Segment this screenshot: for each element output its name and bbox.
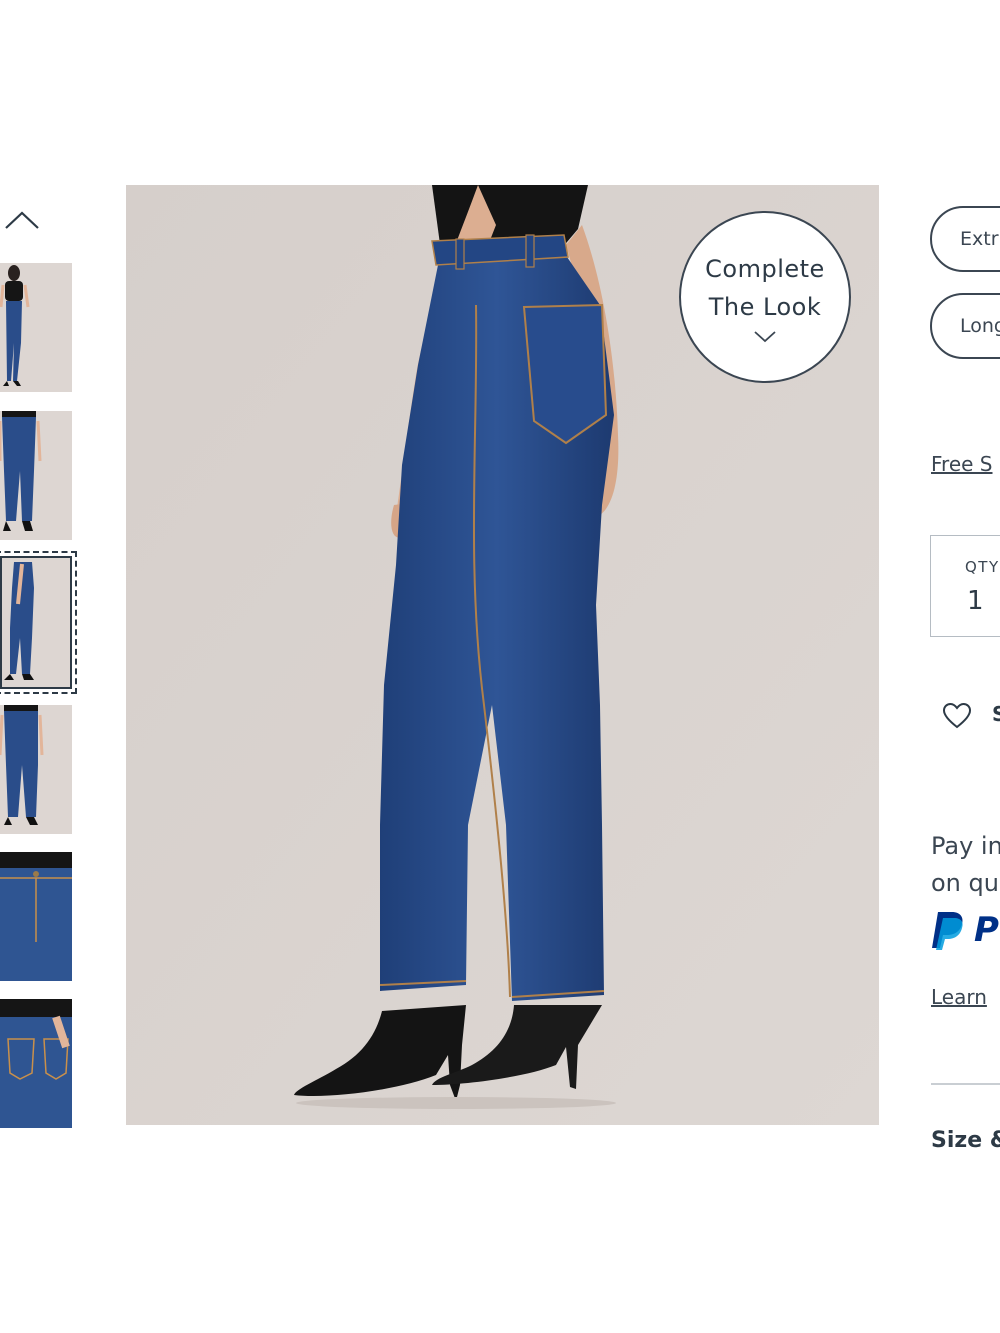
length-option-label: Extr	[960, 228, 999, 250]
thumbnail-back[interactable]	[0, 705, 72, 834]
section-divider	[931, 1083, 1000, 1085]
product-page: Complete The Look Extr Long Free S QTY 1…	[0, 0, 1000, 1333]
quantity-selector[interactable]: QTY 1	[930, 535, 1000, 637]
length-option-long[interactable]: Long	[930, 293, 1000, 359]
pay-in-installments-text: Pay in	[931, 832, 1000, 860]
quantity-value: 1	[967, 586, 984, 616]
free-shipping-link[interactable]: Free S	[931, 452, 993, 476]
save-label[interactable]: S	[992, 702, 1000, 726]
chevron-up-icon	[5, 211, 39, 229]
chevron-down-icon	[754, 331, 776, 343]
paypal-wordmark: P	[974, 910, 999, 950]
complete-the-look-line1: Complete	[705, 255, 825, 283]
thumbnail-front-close[interactable]	[0, 411, 72, 540]
thumbnail-pocket-detail[interactable]	[0, 999, 72, 1128]
quantity-label: QTY	[965, 558, 1000, 576]
complete-the-look-line2: The Look	[708, 293, 822, 321]
size-and-fit-accordion[interactable]: Size &	[931, 1128, 1000, 1153]
paypal-icon	[932, 912, 963, 950]
length-option-extra[interactable]: Extr	[930, 206, 1000, 272]
complete-the-look-button[interactable]: Complete The Look	[679, 211, 851, 383]
paypal-logo: P	[930, 908, 999, 952]
heart-icon[interactable]	[942, 702, 972, 730]
thumbnail-front[interactable]	[0, 263, 72, 392]
thumbnail-scroll-up-button[interactable]	[2, 205, 42, 235]
thumbnail-side[interactable]	[0, 551, 77, 694]
length-option-label: Long	[960, 315, 1000, 337]
pay-qualifying-text: on qu	[931, 869, 999, 897]
learn-more-link[interactable]: Learn	[931, 985, 987, 1009]
thumbnail-waist-detail[interactable]	[0, 852, 72, 981]
